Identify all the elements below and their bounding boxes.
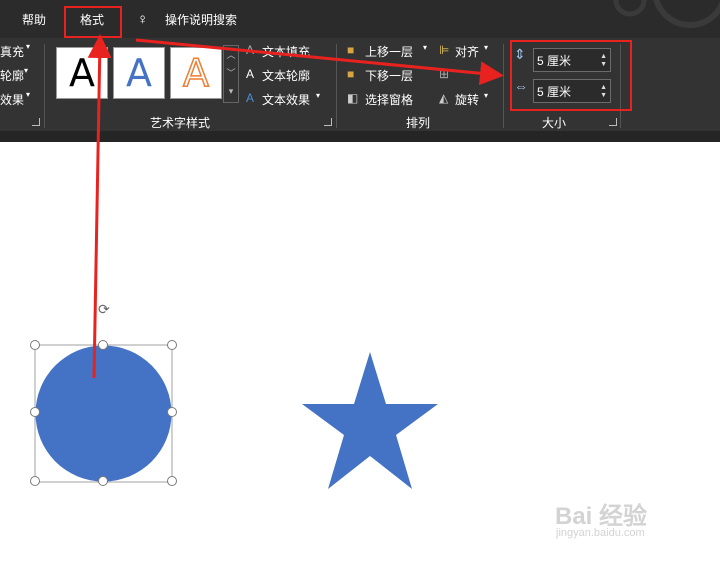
watermark-logo: Bai 经验 (555, 503, 648, 530)
annotation-arrows (87, 34, 504, 379)
arrow-to-size-group (135, 38, 504, 86)
watermark-url: jingyan.baidu.com (556, 527, 645, 539)
arrow-to-format-tab (87, 34, 112, 379)
